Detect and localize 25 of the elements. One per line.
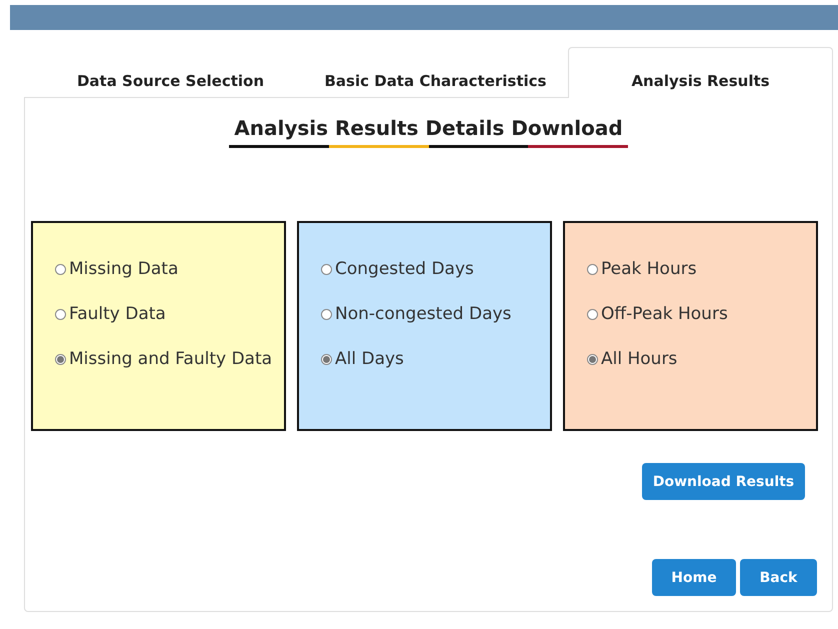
radio-button[interactable] (321, 309, 332, 320)
option-label[interactable]: All Hours (601, 348, 678, 371)
home-button[interactable]: Home (652, 559, 736, 596)
section-heading: Analysis Results Details Download (234, 116, 623, 140)
option-label[interactable]: Congested Days (335, 258, 474, 281)
option-label[interactable]: Missing Data (69, 258, 178, 281)
option-label[interactable]: Peak Hours (601, 258, 697, 281)
option-label[interactable]: All Days (335, 348, 404, 371)
tab[interactable]: Data Source Selection (38, 47, 303, 97)
download-button[interactable]: Download Results (642, 463, 805, 500)
radio-button[interactable] (55, 354, 66, 365)
option-label[interactable]: Missing and Faulty Data (69, 348, 272, 371)
radio-button[interactable] (587, 354, 598, 365)
radio-button[interactable] (587, 264, 598, 275)
back-button[interactable]: Back (740, 559, 817, 596)
tab[interactable]: Analysis Results (568, 47, 833, 98)
option-label[interactable]: Non-congested Days (335, 303, 512, 326)
option-label[interactable]: Off-Peak Hours (601, 303, 728, 326)
option-label[interactable]: Faulty Data (69, 303, 166, 326)
tab[interactable]: Basic Data Characteristics (303, 47, 568, 97)
radio-button[interactable] (321, 354, 332, 365)
radio-button[interactable] (587, 309, 598, 320)
radio-button[interactable] (55, 309, 66, 320)
radio-button[interactable] (321, 264, 332, 275)
radio-button[interactable] (55, 264, 66, 275)
